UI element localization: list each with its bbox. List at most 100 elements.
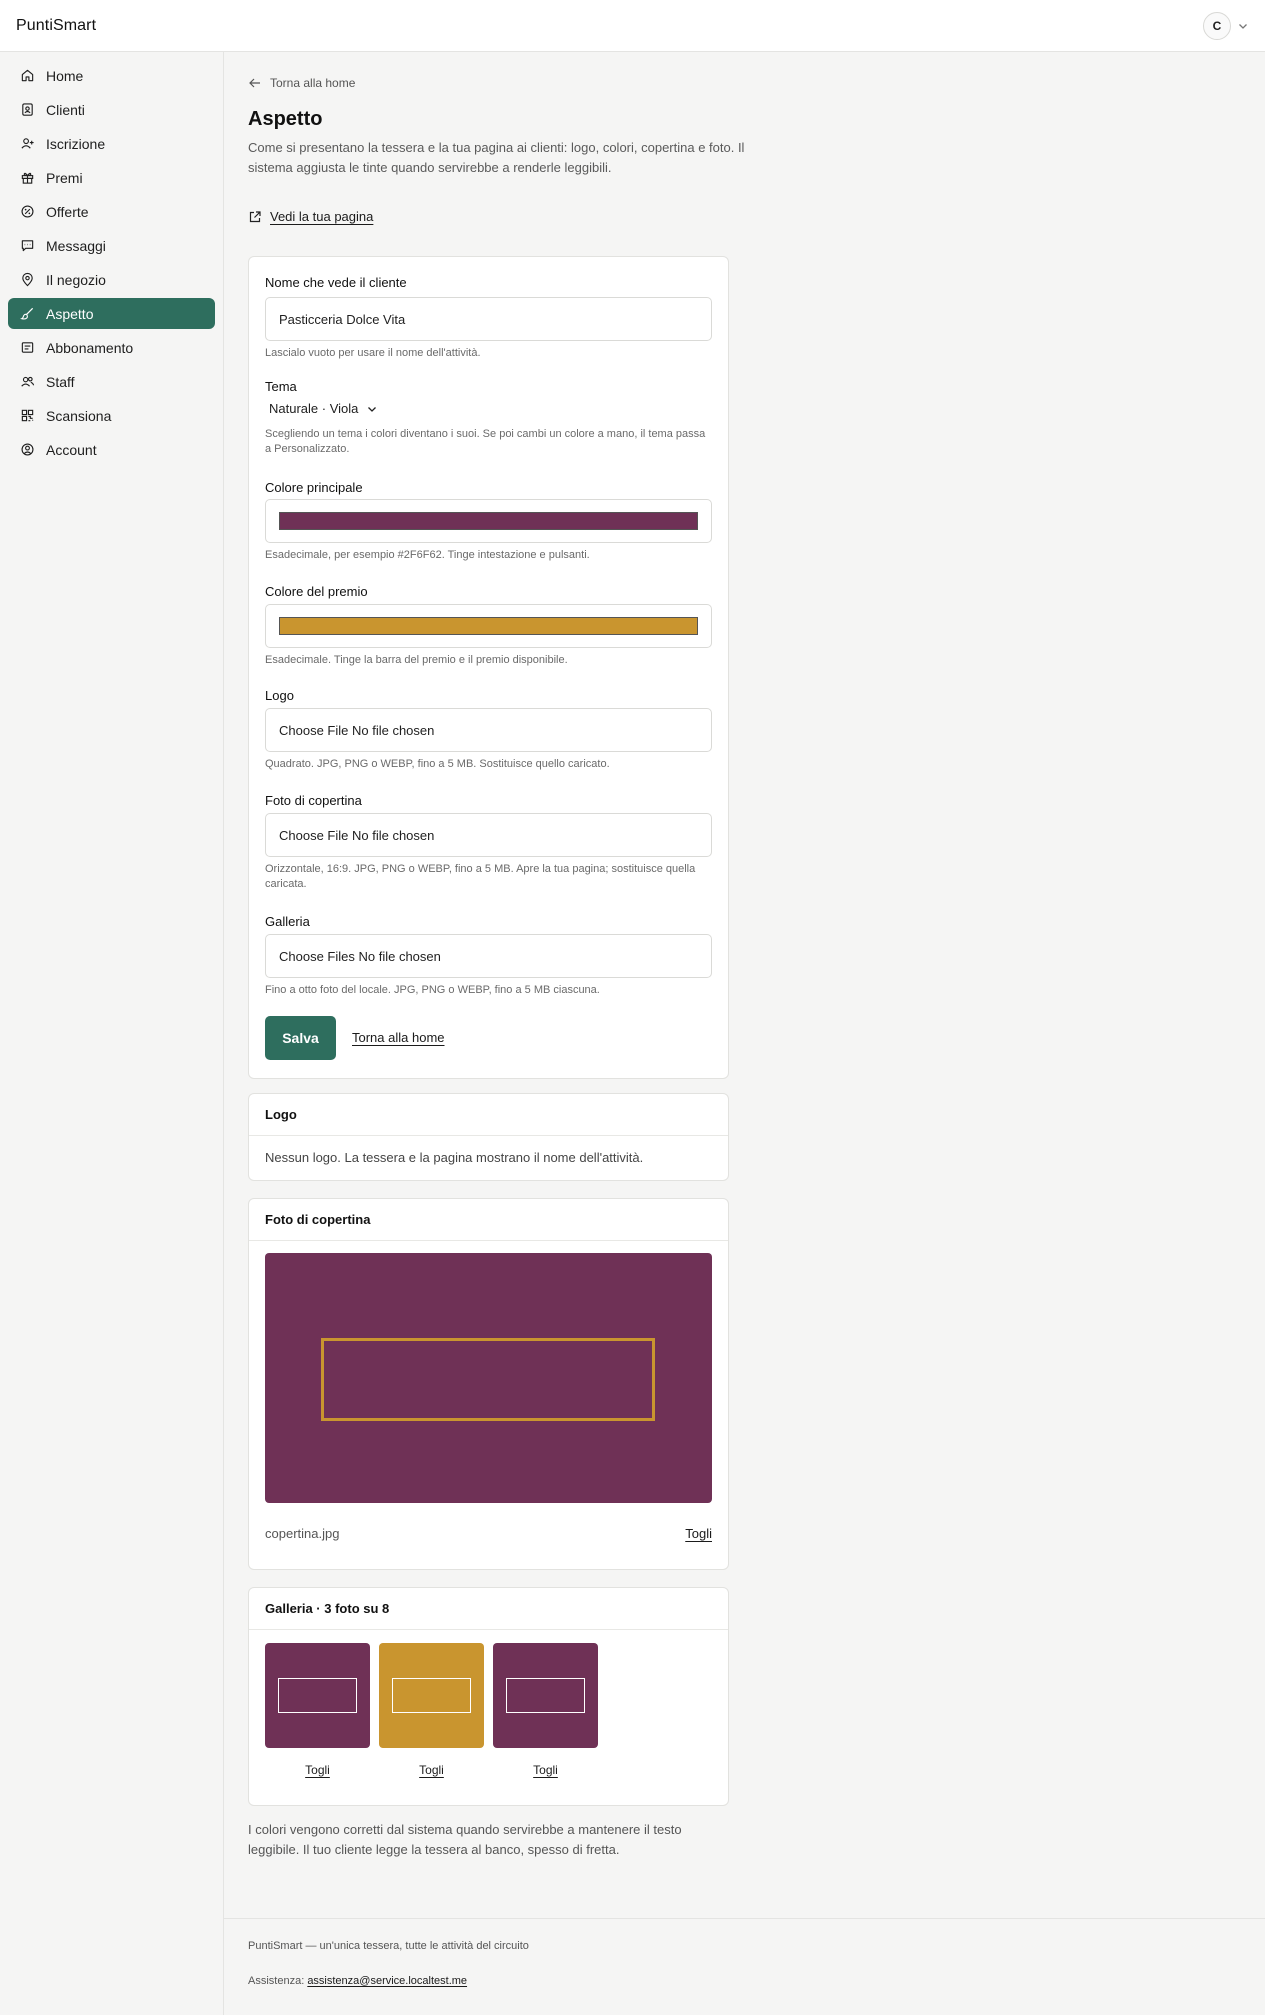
- reward-color-label: Colore del premio: [265, 584, 368, 599]
- house-icon: [21, 69, 34, 82]
- remove-photo-button[interactable]: Togli: [493, 1763, 598, 1777]
- sidebar-item-label: Clienti: [46, 101, 85, 118]
- display-name-help: Lascialo vuoto per usare il nome dell'at…: [265, 347, 481, 359]
- sidebar-item-messaggi[interactable]: Messaggi: [8, 230, 215, 261]
- gallery-photo: [379, 1643, 484, 1748]
- sidebar-item-label: Il negozio: [46, 271, 106, 288]
- form-back-home-link[interactable]: Torna alla home: [352, 1030, 445, 1045]
- cover-preview-frame: [321, 1338, 655, 1421]
- back-link-label: Torna alla home: [270, 76, 356, 90]
- logo-card-title: Logo: [249, 1094, 728, 1136]
- account-menu[interactable]: C: [1203, 11, 1249, 40]
- footer-tagline: PuntiSmart — un'unica tessera, tutte le …: [248, 1940, 529, 1952]
- sidebar-item-aspetto[interactable]: Aspetto: [8, 298, 215, 329]
- sidebar-item-label: Offerte: [46, 203, 89, 220]
- cover-file-name: copertina.jpg: [265, 1526, 340, 1541]
- reward-color-swatch: [279, 617, 698, 635]
- contacts-icon: [22, 103, 33, 116]
- sidebar-item-premi[interactable]: Premi: [8, 162, 215, 193]
- sidebar-item-label: Abbonamento: [46, 339, 134, 356]
- page-footer: PuntiSmart — un'unica tessera, tutte le …: [224, 1918, 1265, 2015]
- sidebar-item-staff[interactable]: Staff: [8, 366, 215, 397]
- user-circle-icon: [21, 443, 34, 456]
- chevron-down-icon: [368, 406, 377, 412]
- primary-color-help: Esadecimale, per esempio #2F6F62. Tinge …: [265, 549, 590, 561]
- primary-color-input[interactable]: [265, 499, 712, 543]
- avatar[interactable]: C: [1203, 11, 1231, 40]
- remove-photo-button[interactable]: Togli: [265, 1763, 370, 1777]
- map-pin-icon: [22, 272, 33, 287]
- gallery-photo-frame: [506, 1678, 585, 1713]
- gallery-photo-frame: [278, 1678, 357, 1713]
- support-email-link[interactable]: assistenza@service.localtest.me: [307, 1975, 467, 1987]
- color-correction-note: I colori vengono corretti dal sistema qu…: [248, 1822, 682, 1857]
- primary-color-swatch: [279, 512, 698, 530]
- cover-help: Orizzontale, 16:9. JPG, PNG o WEBP, fino…: [265, 863, 696, 890]
- gallery-photo: [265, 1643, 370, 1748]
- sidebar-item-home[interactable]: Home: [8, 60, 215, 91]
- sidebar-item-label: Home: [46, 67, 84, 84]
- page-title: Aspetto: [248, 108, 323, 130]
- cover-preview-image: [265, 1253, 712, 1503]
- theme-label: Tema: [265, 379, 297, 394]
- main-content: Torna alla home Aspetto Come si presenta…: [224, 52, 1265, 2015]
- appearance-form: Nome che vede il cliente Pasticceria Dol…: [248, 256, 729, 1079]
- display-name-input[interactable]: Pasticceria Dolce Vita: [265, 297, 712, 341]
- external-link-icon: [249, 210, 261, 222]
- cover-label: Foto di copertina: [265, 793, 362, 808]
- gallery-photo-frame: [392, 1678, 471, 1713]
- save-button[interactable]: Salva: [265, 1016, 336, 1060]
- back-to-home-link[interactable]: Torna alla home: [248, 76, 355, 90]
- sidebar-item-il-negozio[interactable]: Il negozio: [8, 264, 215, 295]
- logo-card: Logo Nessun logo. La tessera e la pagina…: [248, 1093, 729, 1181]
- gallery-card: Galleria · 3 foto su 8 Togli Togli Togli: [248, 1587, 729, 1806]
- primary-color-label: Colore principale: [265, 480, 363, 495]
- logo-help: Quadrato. JPG, PNG o WEBP, fino a 5 MB. …: [265, 758, 610, 770]
- sidebar-item-label: Account: [46, 441, 97, 458]
- support-label: Assistenza:: [248, 1975, 305, 1987]
- top-bar: PuntiSmart C: [0, 0, 1265, 52]
- message-icon: [21, 240, 34, 252]
- view-page-label: Vedi la tua pagina: [270, 209, 374, 224]
- sidebar-item-label: Iscrizione: [46, 135, 106, 152]
- gallery-file-input[interactable]: Choose Files No file chosen: [265, 934, 712, 978]
- logo-label: Logo: [265, 688, 294, 703]
- user-plus-icon: [21, 138, 34, 149]
- sidebar-item-label: Aspetto: [46, 305, 94, 322]
- sidebar-item-iscrizione[interactable]: Iscrizione: [8, 128, 215, 159]
- reward-color-input[interactable]: [265, 604, 712, 648]
- cover-card-title: Foto di copertina: [249, 1199, 728, 1241]
- theme-select[interactable]: Naturale · Viola: [269, 401, 378, 416]
- sidebar-item-clienti[interactable]: Clienti: [8, 94, 215, 125]
- gallery-label: Galleria: [265, 914, 310, 929]
- sidebar-item-label: Scansiona: [46, 407, 112, 424]
- cover-card: Foto di copertina copertina.jpg Togli: [248, 1198, 729, 1570]
- gallery-card-title: Galleria · 3 foto su 8: [249, 1588, 728, 1630]
- theme-select-value: Naturale · Viola: [269, 401, 359, 416]
- footer-support: Assistenza: assistenza@service.localtest…: [248, 1975, 467, 1987]
- arrow-left-icon: [249, 78, 260, 88]
- logo-empty-text: Nessun logo. La tessera e la pagina most…: [265, 1150, 644, 1165]
- logo-file-input[interactable]: Choose File No file chosen: [265, 708, 712, 752]
- sidebar: Home Clienti Iscrizione Premi Offerte Me…: [0, 52, 224, 2015]
- chevron-down-icon: [1239, 23, 1247, 29]
- brush-icon: [20, 307, 34, 320]
- page-description: Come si presentano la tessera e la tua p…: [248, 140, 745, 175]
- qr-icon: [21, 409, 34, 422]
- view-page-link[interactable]: Vedi la tua pagina: [248, 209, 373, 224]
- badge-percent-icon: [21, 205, 34, 218]
- sidebar-item-scansiona[interactable]: Scansiona: [8, 400, 215, 431]
- receipt-icon: [21, 342, 34, 353]
- gallery-photo: [493, 1643, 598, 1748]
- brand-name[interactable]: PuntiSmart: [16, 17, 96, 35]
- users-icon: [21, 376, 35, 387]
- reward-color-help: Esadecimale. Tinge la barra del premio e…: [265, 654, 568, 666]
- sidebar-item-account[interactable]: Account: [8, 434, 215, 465]
- sidebar-item-label: Premi: [46, 169, 83, 186]
- remove-cover-button[interactable]: Togli: [685, 1526, 712, 1541]
- sidebar-item-label: Staff: [46, 373, 75, 390]
- cover-file-input[interactable]: Choose File No file chosen: [265, 813, 712, 857]
- sidebar-item-abbonamento[interactable]: Abbonamento: [8, 332, 215, 363]
- sidebar-item-offerte[interactable]: Offerte: [8, 196, 215, 227]
- remove-photo-button[interactable]: Togli: [379, 1763, 484, 1777]
